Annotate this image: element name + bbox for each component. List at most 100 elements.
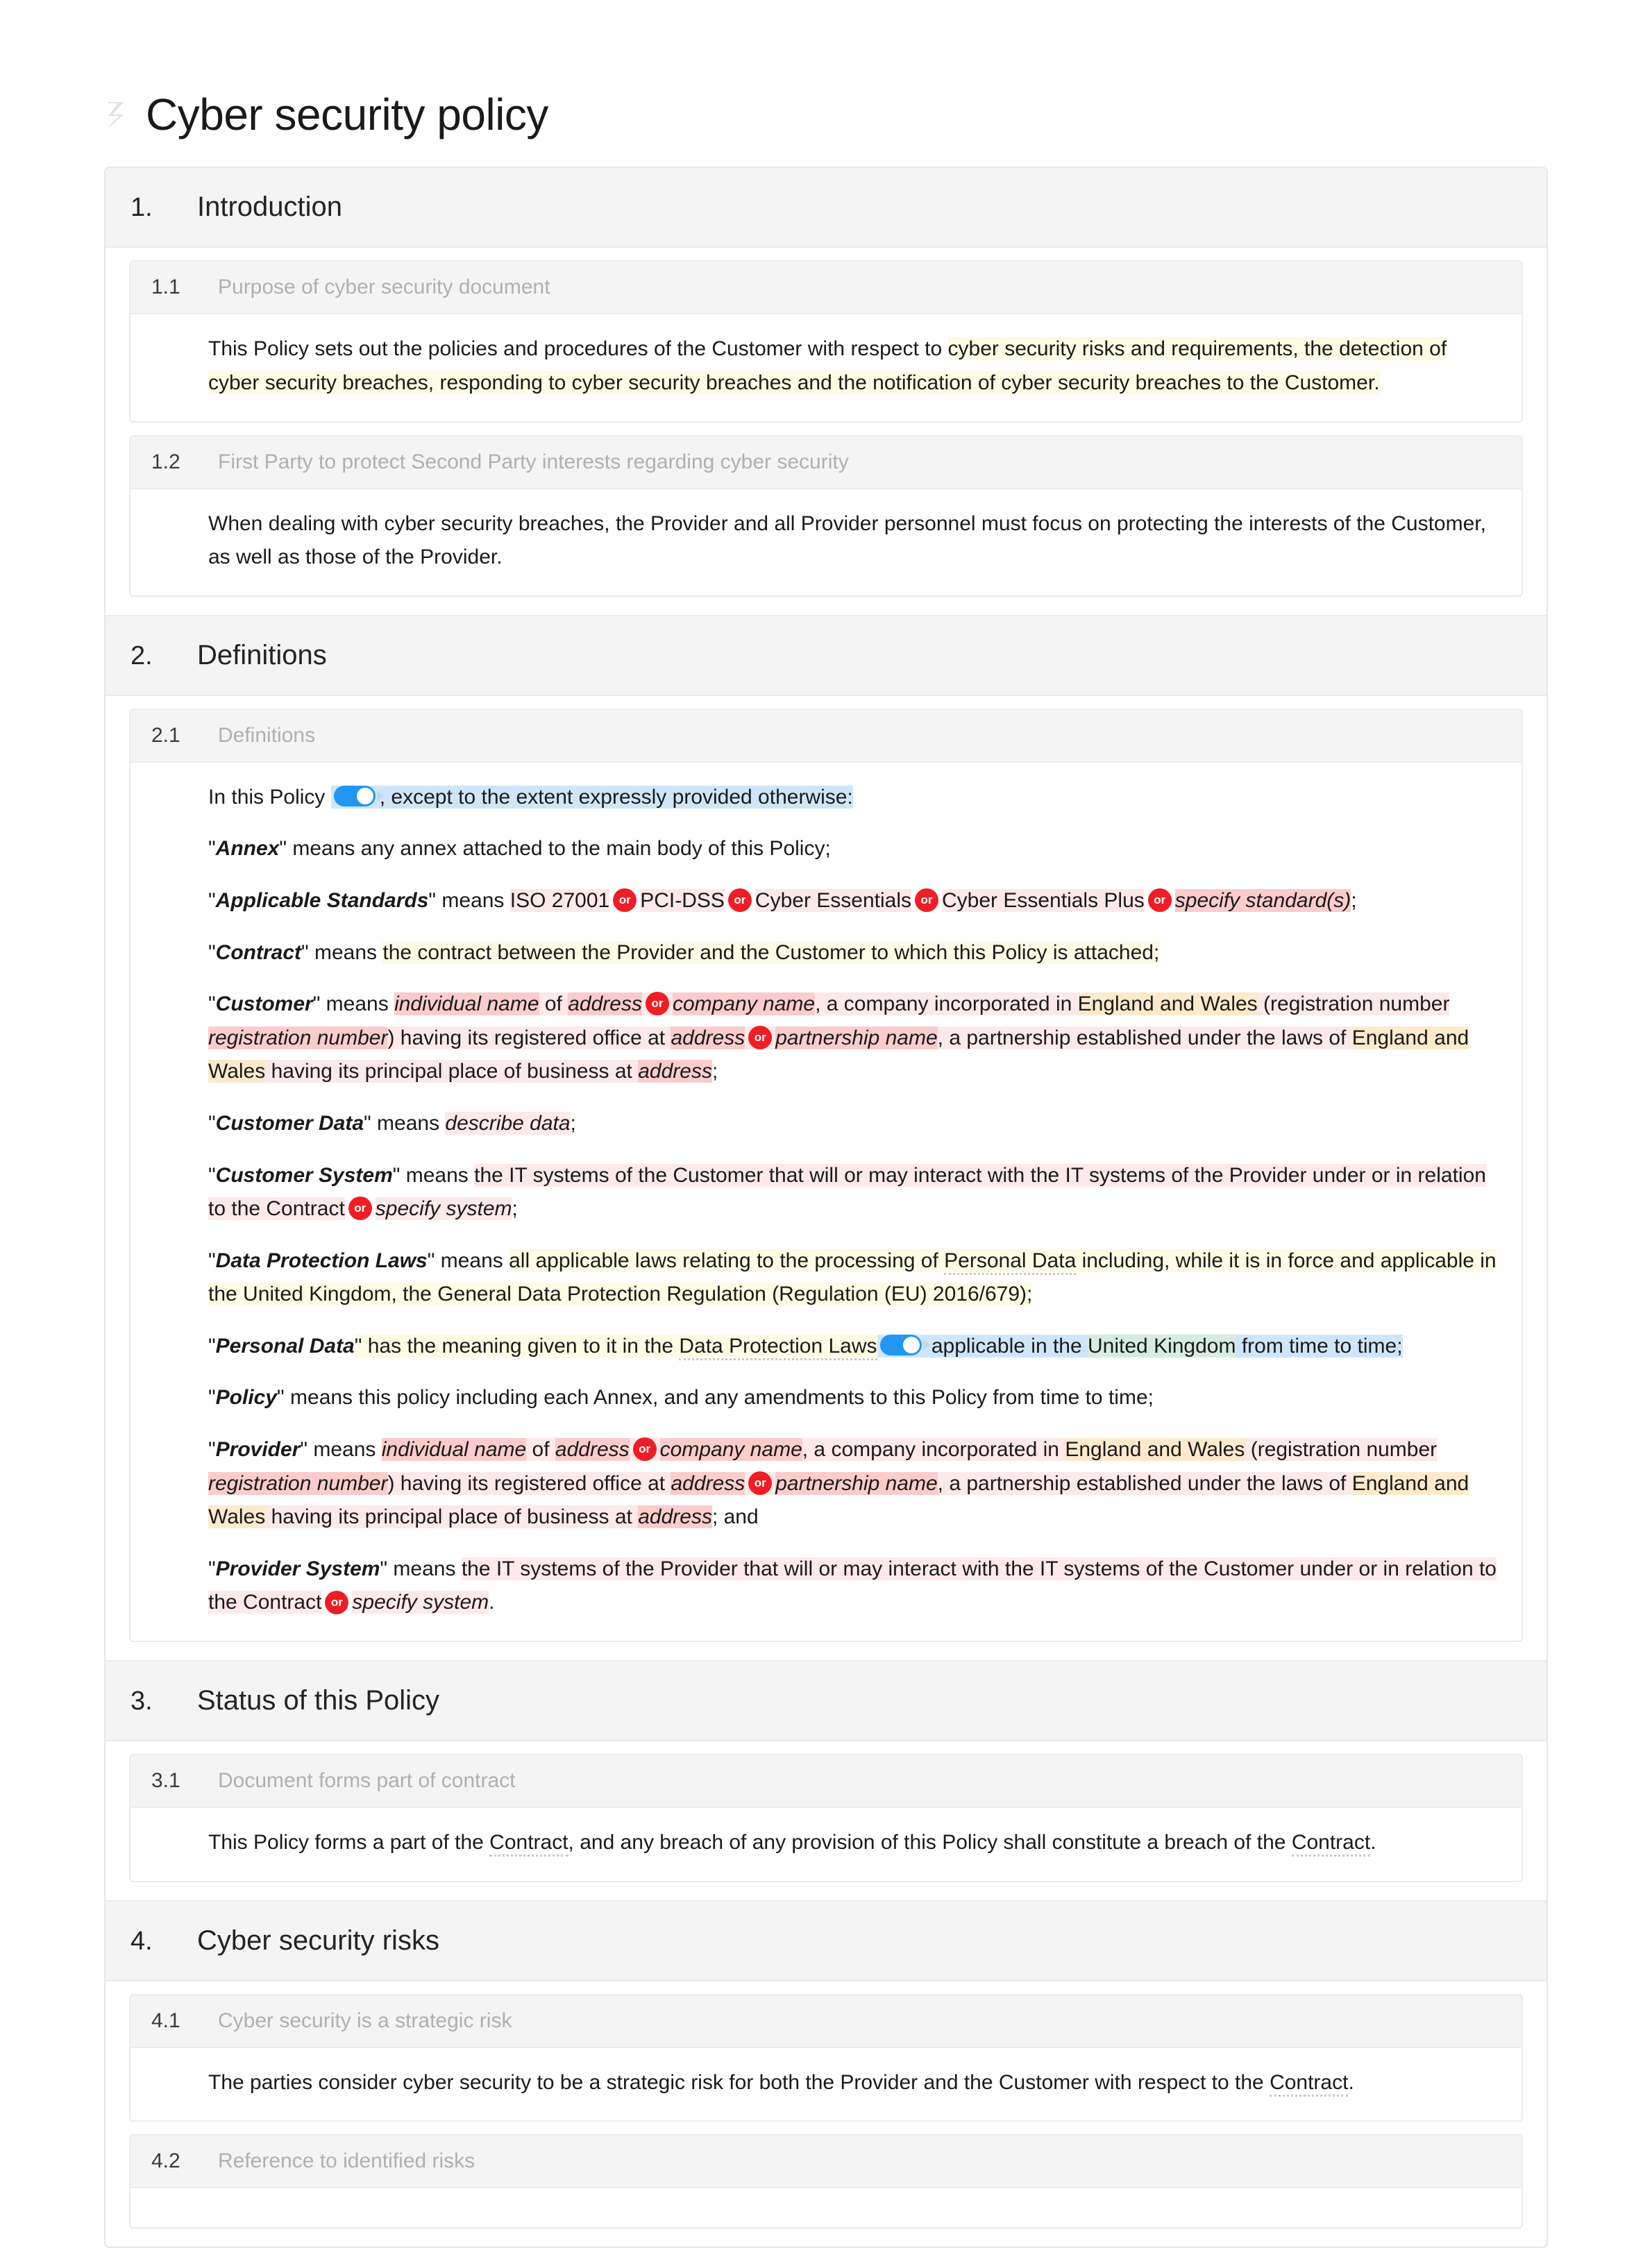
means-text: " means xyxy=(364,1111,446,1135)
segment-text: , a company incorporated in xyxy=(815,992,1078,1016)
defined-term: Customer Data xyxy=(215,1111,364,1135)
defined-term: Provider System xyxy=(215,1557,380,1580)
means-text: " means xyxy=(427,1249,509,1272)
or-badge[interactable]: or xyxy=(915,888,938,913)
or-badge[interactable]: or xyxy=(632,1437,657,1462)
placeholder-registration-number[interactable]: registration number xyxy=(208,1471,388,1495)
highlight-blue: applicable in the United Kingdom from ti… xyxy=(877,1334,1403,1358)
or-badge[interactable]: or xyxy=(613,888,637,913)
or-badge[interactable]: or xyxy=(645,992,669,1016)
defined-term: Personal Data xyxy=(215,1334,355,1358)
section-1-clauses: 1.1 Purpose of cyber security document T… xyxy=(106,248,1546,614)
section-4: 4. Cyber security risks 4.1 Cyber securi… xyxy=(106,1900,1546,2247)
customer-party-block: individual name of address or company name… xyxy=(208,992,1450,1049)
or-badge[interactable]: or xyxy=(1147,888,1172,913)
toggle-switch[interactable] xyxy=(333,785,384,806)
means-text: " means xyxy=(312,992,395,1016)
or-badge[interactable]: or xyxy=(325,1590,349,1614)
section-title: Status of this Policy xyxy=(197,1685,440,1716)
definition-contract: "Contract" means the contract between th… xyxy=(208,940,1160,964)
clause-body[interactable] xyxy=(130,2188,1522,2227)
clause-number: 2.1 xyxy=(151,723,180,747)
jurisdiction-1[interactable]: England and Wales xyxy=(1065,1438,1245,1462)
clause-body[interactable]: This Policy forms a part of the Contract… xyxy=(130,1808,1522,1881)
clause-header[interactable]: 2.1 Definitions xyxy=(130,709,1522,763)
section-header-4[interactable]: 4. Cyber security risks xyxy=(106,1900,1546,1981)
document-page: Cyber security policy 1. Introduction 1.… xyxy=(0,0,1652,2248)
or-badge[interactable]: or xyxy=(748,1471,773,1495)
clause-body[interactable]: The parties consider cyber security to b… xyxy=(130,2048,1522,2121)
placeholder-specify-system[interactable]: specify system xyxy=(352,1591,489,1614)
means-text: " means xyxy=(428,888,510,912)
defined-term-reference-dpl[interactable]: Data Protection Laws xyxy=(679,1334,877,1360)
defined-term-reference-personal-data[interactable]: Personal Data xyxy=(944,1249,1077,1275)
placeholder-partnership-name[interactable]: partnership name xyxy=(775,1471,938,1495)
or-badge[interactable]: or xyxy=(727,888,752,913)
territory-highlight[interactable]: United Kingdom xyxy=(1088,1334,1236,1358)
intro-highlight: , except to the extent expressly provide… xyxy=(330,785,853,809)
section-header-1[interactable]: 1. Introduction xyxy=(106,168,1546,248)
clause-number: 1.2 xyxy=(151,450,180,473)
toggle-knob xyxy=(902,1336,920,1353)
definition-text: " means this policy including each Annex… xyxy=(277,1386,1154,1410)
clause-number: 4.2 xyxy=(151,2149,180,2173)
section-2-clauses: 2.1 Definitions In this Policy , except … xyxy=(106,696,1546,1660)
defined-term-reference-contract[interactable]: Contract xyxy=(489,1831,568,1857)
placeholder-company-name[interactable]: company name xyxy=(659,1438,802,1462)
placeholder-address-3[interactable]: address xyxy=(638,1060,712,1083)
placeholder-individual-name[interactable]: individual name xyxy=(394,992,539,1016)
defined-term: Applicable Standards xyxy=(215,888,429,912)
clause-header[interactable]: 4.1 Cyber security is a strategic risk xyxy=(130,1995,1522,2048)
tail-text: ; xyxy=(570,1111,576,1135)
defined-term: Annex xyxy=(215,837,280,861)
body-a: all applicable laws relating to the proc… xyxy=(509,1249,945,1272)
section-3: 3. Status of this Policy 3.1 Document fo… xyxy=(106,1660,1546,1900)
toggle-switch[interactable] xyxy=(879,1334,930,1355)
or-badge[interactable]: or xyxy=(748,1025,773,1049)
placeholder-individual-name[interactable]: individual name xyxy=(381,1438,527,1462)
segment-text: (registration number xyxy=(1257,992,1450,1016)
placeholder-company-name[interactable]: company name xyxy=(672,992,816,1016)
defined-term: Contract xyxy=(215,940,301,964)
placeholder-address-2[interactable]: address xyxy=(671,1471,745,1495)
placeholder-address-2[interactable]: address xyxy=(671,1026,745,1049)
clause-body[interactable]: This Policy sets out the policies and pr… xyxy=(130,314,1522,421)
section-header-2[interactable]: 2. Definitions xyxy=(106,614,1546,696)
definition-customer-system: "Customer System" means the IT systems o… xyxy=(208,1163,1486,1221)
clause-title: Document forms part of contract xyxy=(218,1769,516,1793)
intro-rest: , except to the extent expressly provide… xyxy=(379,785,853,809)
section-2: 2. Definitions 2.1 Definitions In this P… xyxy=(106,614,1546,1660)
page-title: Cyber security policy xyxy=(146,90,548,140)
placeholder-partnership-name[interactable]: partnership name xyxy=(775,1026,938,1049)
section-title: Definitions xyxy=(197,639,327,670)
document-z-icon xyxy=(104,99,128,130)
option-cyber-essentials-plus[interactable]: Cyber Essentials Plus xyxy=(942,888,1145,912)
placeholder-address-3[interactable]: address xyxy=(638,1505,712,1529)
placeholder-address-1[interactable]: address xyxy=(555,1438,630,1462)
clause-body[interactable]: When dealing with cyber security breache… xyxy=(130,489,1522,595)
jurisdiction-1[interactable]: England and Wales xyxy=(1077,992,1258,1016)
highlight-yellow: the contract between the Provider and th… xyxy=(382,940,1160,964)
placeholder-registration-number[interactable]: registration number xyxy=(208,1026,388,1049)
placeholder-specify-standard[interactable]: specify standard(s) xyxy=(1174,888,1351,912)
clause-header[interactable]: 3.1 Document forms part of contract xyxy=(130,1755,1522,1809)
defined-term-reference-contract[interactable]: Contract xyxy=(1291,1831,1371,1857)
definitions-body[interactable]: In this Policy , except to the extent ex… xyxy=(130,763,1522,1641)
or-badge[interactable]: or xyxy=(348,1197,372,1221)
placeholder-address-1[interactable]: address xyxy=(568,992,642,1016)
defined-term-reference-contract[interactable]: Contract xyxy=(1270,2070,1349,2097)
placeholder-describe-data[interactable]: describe data xyxy=(445,1111,571,1135)
clause-number: 4.1 xyxy=(151,2009,180,2032)
definition-annex: "Annex" means any annex attached to the … xyxy=(208,837,831,861)
clause-header[interactable]: 1.1 Purpose of cyber security document xyxy=(130,262,1522,315)
highlight-yellow: " has the meaning given to it in the Dat… xyxy=(354,1334,877,1360)
section-header-3[interactable]: 3. Status of this Policy xyxy=(106,1660,1546,1742)
placeholder-specify-system[interactable]: specify system xyxy=(375,1197,512,1221)
segment-text: ) having its registered office at xyxy=(387,1026,671,1049)
clause-title: Purpose of cyber security document xyxy=(218,276,550,299)
clause-header[interactable]: 1.2 First Party to protect Second Party … xyxy=(130,436,1522,489)
option-cyber-essentials[interactable]: Cyber Essentials xyxy=(755,888,911,912)
option-iso[interactable]: ISO 27001 xyxy=(509,888,610,912)
option-pcidss[interactable]: PCI-DSS xyxy=(640,888,725,912)
toggle-knob xyxy=(356,787,373,804)
